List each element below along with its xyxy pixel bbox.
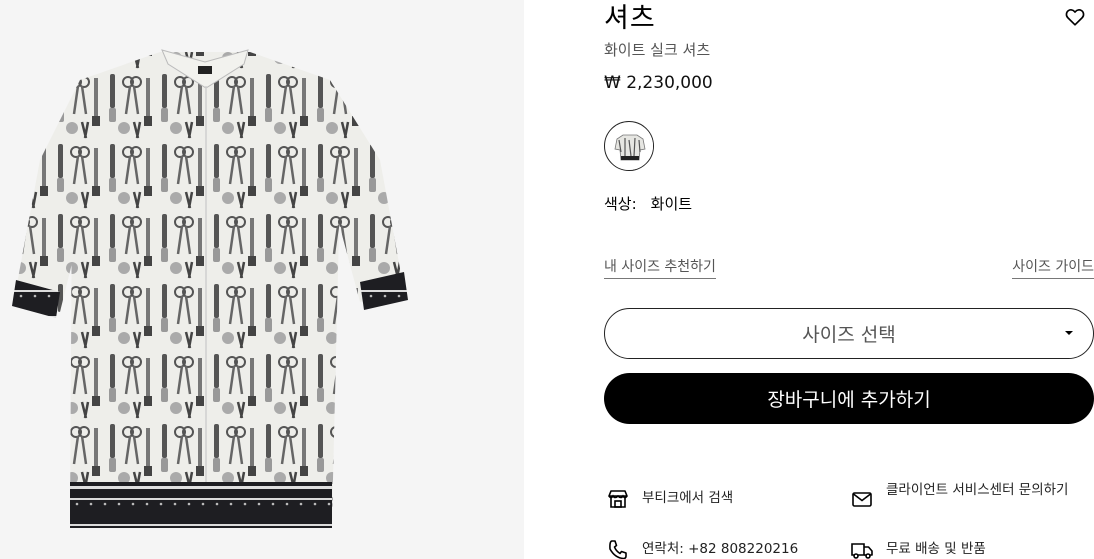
swatch-thumbnail [606, 123, 653, 170]
client-service-link[interactable]: 클라이언트 서비스센터 문의하기 [850, 481, 1094, 511]
store-icon [608, 490, 628, 508]
free-shipping-link[interactable]: 무료 배송 및 반품 [850, 538, 986, 559]
product-info: 셔츠 화이트 실크 셔츠 ₩ 2,230,000 색상: 화이트 내 사이즈 추천… [604, 0, 1094, 559]
size-select-dropdown[interactable]: 사이즈 선택 [604, 308, 1094, 359]
heart-icon [1065, 9, 1085, 26]
shirt-image [12, 49, 408, 528]
product-image[interactable] [0, 0, 524, 559]
free-shipping-label: 무료 배송 및 반품 [886, 541, 986, 557]
color-value: 화이트 [650, 195, 693, 213]
find-in-boutique-label: 부티크에서 검색 [642, 490, 734, 506]
client-service-label: 클라이언트 서비스센터 문의하기 [886, 482, 1069, 498]
color-swatch-white[interactable] [604, 121, 654, 171]
wishlist-button[interactable] [1064, 6, 1086, 28]
product-price: ₩ 2,230,000 [604, 73, 713, 93]
phone-icon [609, 540, 627, 559]
caret-down-icon [1065, 331, 1073, 335]
color-selection: 색상: 화이트 [604, 193, 692, 214]
size-recommend-link[interactable]: 내 사이즈 추천하기 [604, 256, 716, 279]
add-to-cart-button[interactable]: 장바구니에 추가하기 [604, 373, 1094, 424]
product-title: 셔츠 [604, 3, 656, 34]
find-in-boutique-link[interactable]: 부티크에서 검색 [606, 487, 733, 511]
contact-phone-link[interactable]: 연락처: +82 808220216 [606, 538, 798, 559]
delivery-truck-icon [851, 543, 873, 559]
mail-icon [852, 492, 872, 507]
size-select-label: 사이즈 선택 [802, 324, 896, 346]
color-label: 색상: [604, 195, 637, 213]
contact-phone-label: 연락처: +82 808220216 [642, 541, 799, 557]
product-subtitle: 화이트 실크 셔츠 [604, 41, 711, 59]
size-guide-link[interactable]: 사이즈 가이드 [1012, 256, 1094, 279]
add-to-cart-label: 장바구니에 추가하기 [767, 389, 931, 411]
